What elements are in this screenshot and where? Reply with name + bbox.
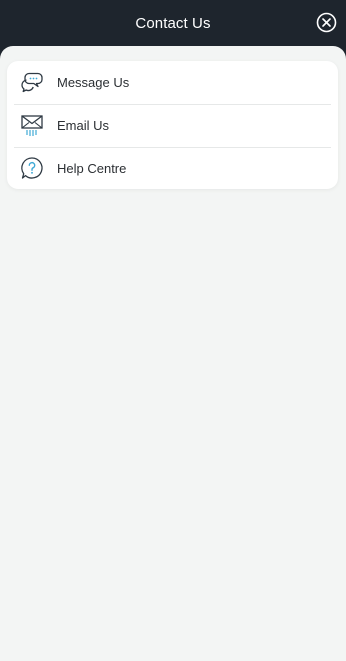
message-us-label: Message Us	[57, 75, 130, 90]
email-us-label: Email Us	[57, 118, 110, 133]
email-us-row[interactable]: Email Us	[7, 104, 338, 147]
page-title: Contact Us	[135, 14, 211, 32]
chat-bubbles-icon	[20, 70, 44, 94]
question-bubble-icon	[20, 156, 44, 180]
content-sheet: Message Us Email Us Help Centre	[0, 46, 346, 661]
close-button[interactable]	[316, 12, 337, 33]
envelope-icon	[20, 113, 44, 137]
contact-options-card: Message Us Email Us Help Centre	[7, 61, 338, 189]
header-bar: Contact Us	[0, 0, 346, 46]
close-circle-icon	[316, 12, 337, 33]
help-centre-label: Help Centre	[57, 161, 127, 176]
help-centre-row[interactable]: Help Centre	[7, 147, 338, 190]
message-us-row[interactable]: Message Us	[7, 61, 338, 104]
contact-us-screen: Contact Us Message Us Email Us Help Cent…	[0, 0, 346, 661]
